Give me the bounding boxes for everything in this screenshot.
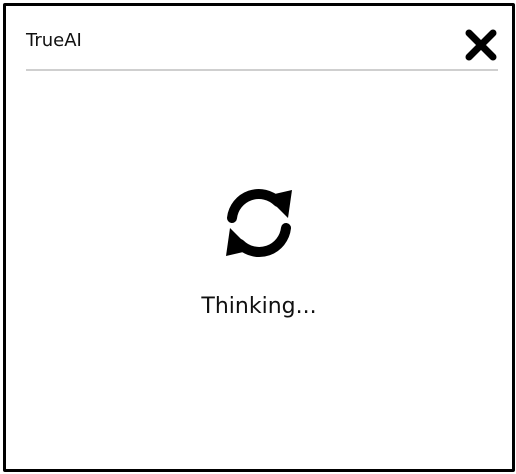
thinking-dialog: TrueAI Thinking... (3, 3, 515, 472)
title-divider (26, 69, 498, 71)
dialog-title: TrueAI (26, 30, 82, 51)
status-text: Thinking... (201, 294, 317, 319)
dialog-content: Thinking... (6, 72, 512, 469)
close-icon (464, 28, 498, 62)
refresh-icon (218, 182, 300, 264)
close-button[interactable] (464, 28, 498, 62)
dialog-titlebar: TrueAI (6, 6, 512, 72)
